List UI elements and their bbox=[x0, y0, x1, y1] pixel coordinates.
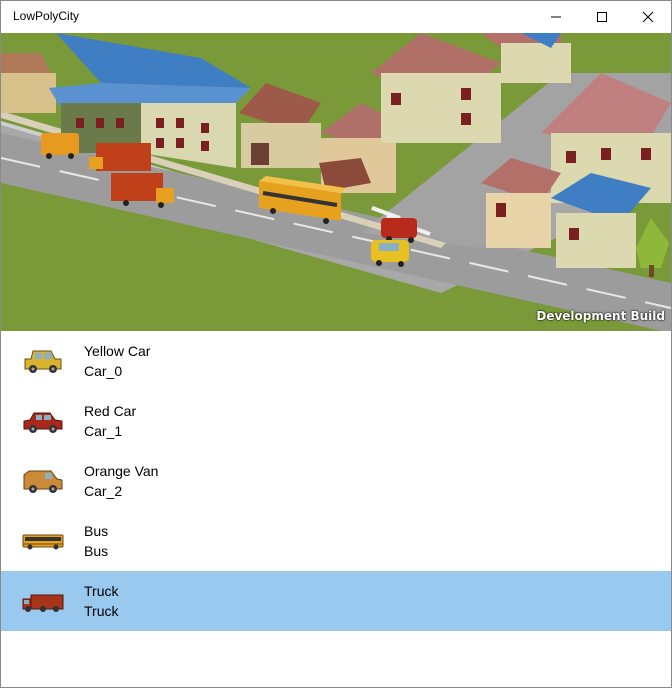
maximize-button[interactable] bbox=[579, 1, 625, 33]
minimize-icon bbox=[551, 16, 561, 18]
orange-van-icon bbox=[23, 470, 63, 493]
list-item-orange-van[interactable]: Orange Van Car_2 bbox=[1, 451, 671, 511]
list-item-bus[interactable]: Bus Bus bbox=[1, 511, 671, 571]
yellow-car-icon bbox=[24, 350, 62, 373]
maximize-icon bbox=[597, 12, 607, 22]
red-car-icon bbox=[23, 412, 63, 433]
vehicle-name: Yellow Car bbox=[84, 343, 151, 359]
list-item-red-car[interactable]: Red Car Car_1 bbox=[1, 391, 671, 451]
close-button[interactable] bbox=[625, 1, 671, 33]
city-scene-viewport[interactable]: Development Build bbox=[1, 33, 671, 331]
vehicle-name: Red Car bbox=[84, 403, 137, 419]
list-item-yellow-car[interactable]: Yellow Car Car_0 bbox=[1, 331, 671, 391]
vehicle-id: Truck bbox=[84, 603, 119, 619]
city-scene-illustration bbox=[1, 33, 671, 331]
list-item-truck[interactable]: Truck Truck bbox=[1, 571, 671, 631]
title-bar[interactable]: LowPolyCity bbox=[1, 1, 671, 33]
vehicle-name: Bus bbox=[84, 523, 109, 539]
vehicle-id: Car_0 bbox=[84, 363, 123, 379]
minimize-button[interactable] bbox=[533, 1, 579, 33]
close-icon bbox=[642, 11, 654, 23]
vehicle-id: Bus bbox=[84, 543, 109, 559]
app-window: LowPolyCity Development Build Yellow Car… bbox=[0, 0, 672, 688]
vehicle-name: Truck bbox=[84, 583, 119, 599]
vehicle-list: Yellow Car Car_0 Red Car Car_1 Orange Va… bbox=[1, 331, 671, 631]
vehicle-id: Car_2 bbox=[84, 483, 123, 499]
development-build-watermark: Development Build bbox=[536, 309, 665, 323]
vehicle-name: Orange Van bbox=[84, 463, 159, 479]
bus-icon bbox=[22, 534, 64, 550]
truck-icon bbox=[22, 594, 64, 612]
vehicle-id: Car_1 bbox=[84, 423, 123, 439]
window-title: LowPolyCity bbox=[13, 9, 80, 23]
